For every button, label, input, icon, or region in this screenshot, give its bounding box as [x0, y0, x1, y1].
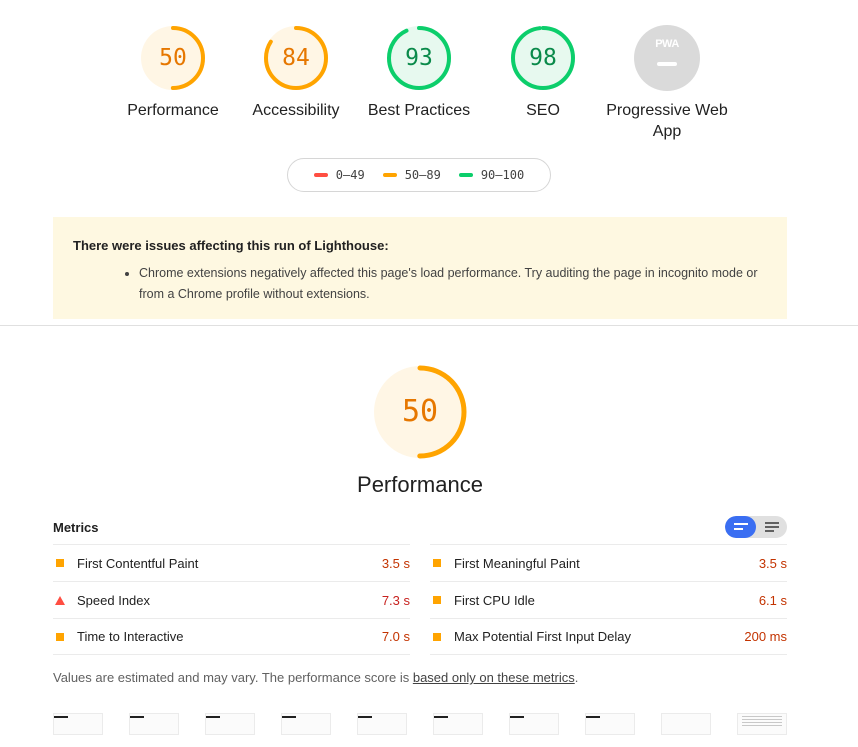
metric-value: 6.1 s	[758, 592, 787, 608]
metric-description-toggle-icon	[733, 523, 748, 530]
metric-row[interactable]: First CPU Idle 6.1 s	[430, 581, 787, 618]
filmstrip-frame	[509, 713, 559, 735]
metric-name: Time to Interactive	[77, 629, 184, 644]
performance-gauge: 50	[370, 362, 470, 462]
warning-title: There were issues affecting this run of …	[73, 238, 389, 253]
pwa-dash-icon	[657, 62, 677, 66]
metrics-footnote: Values are estimated and may vary. The p…	[53, 670, 578, 685]
average-square-icon	[430, 632, 454, 641]
legend-range: 50–89	[404, 168, 441, 182]
filmstrip-frame	[357, 713, 407, 735]
warning-item: Chrome extensions negatively affected th…	[139, 263, 767, 305]
list-view-icon[interactable]	[756, 516, 787, 538]
metric-value: 7.3 s	[381, 592, 410, 608]
list-view-icon	[764, 522, 779, 532]
metric-row[interactable]: Speed Index 7.3 s	[53, 581, 410, 618]
metric-name: Max Potential First Input Delay	[454, 629, 632, 644]
metrics-column-left: First Contentful Paint 3.5 s Speed Index…	[53, 544, 410, 655]
gauge-performance[interactable]: 50 Performance	[111, 24, 235, 121]
metric-row[interactable]: First Contentful Paint 3.5 s	[53, 544, 410, 581]
gauge-label: Performance	[127, 102, 219, 119]
filmstrip-frame	[661, 713, 711, 735]
legend-item: 50–89	[382, 168, 441, 182]
metrics-column-right: First Meaningful Paint 3.5 s First CPU I…	[430, 544, 787, 655]
gauge-seo[interactable]: 98 SEO	[481, 24, 605, 121]
metric-value: 200 ms	[744, 629, 787, 644]
metrics-header: Metrics	[53, 520, 99, 535]
filmstrip-frame	[433, 713, 483, 735]
metric-row[interactable]: Max Potential First Input Delay 200 ms	[430, 618, 787, 655]
filmstrip-frame	[205, 713, 255, 735]
filmstrip-frame	[281, 713, 331, 735]
fail-triangle-icon	[53, 595, 77, 605]
legend-swatch-average	[382, 173, 397, 177]
footnote-suffix: .	[574, 670, 579, 685]
metric-description-toggle-icon[interactable]	[725, 516, 756, 538]
average-square-icon	[53, 559, 77, 567]
legend-swatch-fail	[313, 173, 328, 177]
gauge-score: 50	[159, 45, 187, 71]
metric-name: First CPU Idle	[454, 592, 535, 608]
filmstrip	[53, 713, 793, 747]
metric-name: First Meaningful Paint	[454, 555, 580, 571]
performance-title: Performance	[357, 472, 483, 497]
average-square-icon	[430, 596, 454, 604]
metric-value: 7.0 s	[381, 629, 410, 644]
gauge-label: SEO	[526, 102, 560, 119]
metric-value: 3.5 s	[381, 555, 410, 571]
average-square-icon	[430, 559, 454, 567]
category-gauges: 50 Performance 84 Accessibility 93 Best …	[0, 0, 858, 150]
pwa-badge-circle	[634, 25, 700, 91]
legend-item: 0–49	[313, 168, 365, 182]
average-square-icon	[53, 632, 77, 641]
legend-swatch-pass	[458, 173, 473, 177]
run-warnings-box: There were issues affecting this run of …	[53, 217, 787, 319]
metric-row[interactable]: Time to Interactive 7.0 s	[53, 618, 410, 655]
performance-score: 50	[401, 394, 439, 429]
gauge-accessibility[interactable]: 84 Accessibility	[234, 24, 358, 121]
gauge-label: Accessibility	[252, 102, 340, 119]
metric-name: First Contentful Paint	[77, 555, 199, 571]
filmstrip-frame	[585, 713, 635, 735]
legend-item: 90–100	[458, 168, 525, 182]
gauge-label: Best Practices	[367, 102, 471, 119]
footnote-link[interactable]: based only on these metrics	[413, 670, 575, 685]
metric-name: Speed Index	[77, 592, 151, 608]
metric-row[interactable]: First Meaningful Paint 3.5 s	[430, 544, 787, 581]
gauge-pwa[interactable]: PWA Progressive Web App	[605, 24, 729, 142]
legend-range: 90–100	[480, 168, 525, 182]
metrics-view-toggle[interactable]	[725, 516, 787, 538]
filmstrip-frame	[129, 713, 179, 735]
gauge-score: 84	[282, 45, 310, 71]
footnote-text: Values are estimated and may vary. The p…	[53, 670, 413, 685]
legend-range: 0–49	[335, 168, 365, 182]
metric-value: 3.5 s	[758, 555, 787, 571]
pwa-icon: PWA	[655, 38, 679, 50]
warning-list: Chrome extensions negatively affected th…	[73, 263, 767, 305]
section-divider	[0, 325, 858, 326]
gauge-score: 93	[405, 45, 433, 71]
filmstrip-frame	[737, 713, 787, 735]
gauge-best-practices[interactable]: 93 Best Practices	[357, 24, 481, 121]
score-scale-legend: 0–49 50–89 90–100	[287, 158, 551, 192]
gauge-score: 98	[529, 45, 557, 71]
gauge-label: Progressive Web App	[606, 102, 728, 140]
filmstrip-frame	[53, 713, 103, 735]
